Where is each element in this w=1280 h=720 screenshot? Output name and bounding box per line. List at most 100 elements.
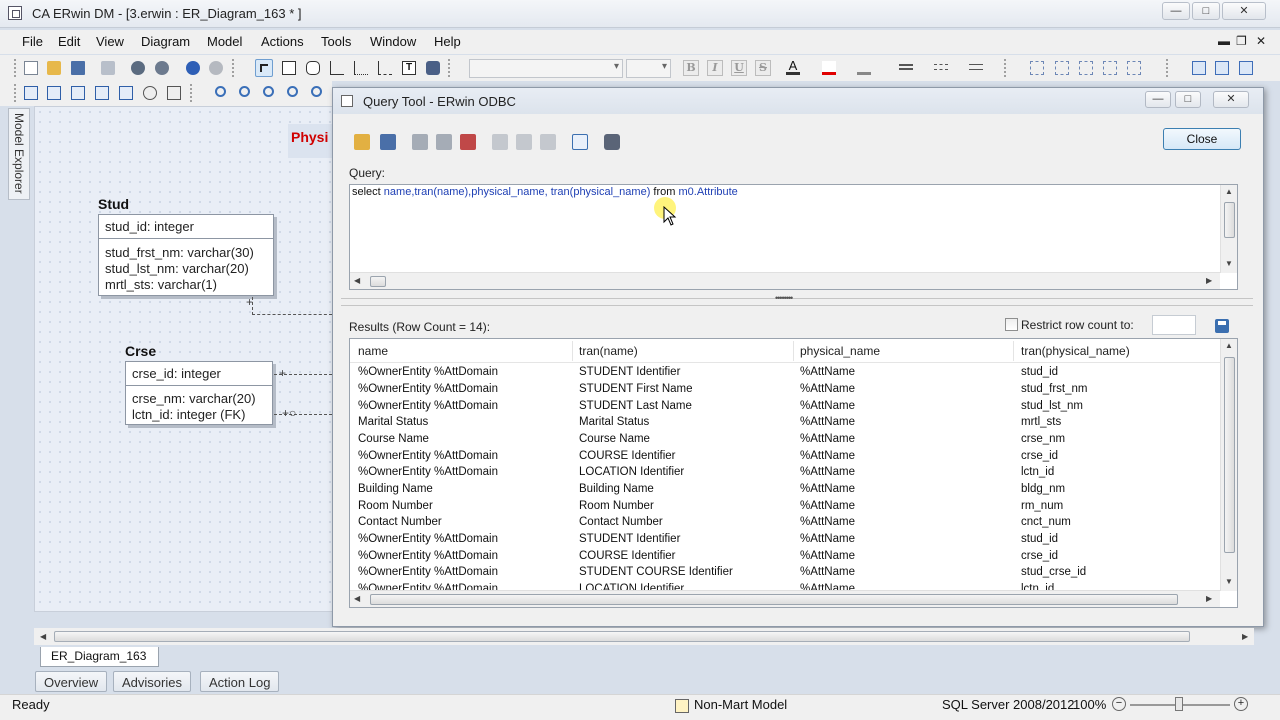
- toolbar-grip[interactable]: [232, 59, 236, 77]
- close-window-button[interactable]: ✕: [1222, 2, 1266, 20]
- scroll-thumb[interactable]: [54, 631, 1190, 642]
- table-row[interactable]: %OwnerEntity %AttDomain LOCATION Identifi…: [350, 465, 1220, 482]
- many-to-many-rel-icon[interactable]: [352, 59, 370, 77]
- line-style-icon[interactable]: [932, 59, 950, 77]
- scroll-thumb[interactable]: [1224, 202, 1235, 238]
- tab-er-diagram[interactable]: ER_Diagram_163: [40, 647, 160, 667]
- scroll-right-icon[interactable]: ▶: [1206, 276, 1212, 285]
- model-explorer-tab[interactable]: Model Explorer: [8, 108, 30, 200]
- menu-actions[interactable]: Actions: [261, 34, 304, 49]
- attribute[interactable]: mrtl_sts: varchar(1): [99, 277, 273, 293]
- query-horizontal-scrollbar[interactable]: ◀ ▶: [350, 272, 1220, 289]
- print-icon[interactable]: [99, 59, 117, 77]
- save-query-icon[interactable]: [379, 133, 397, 151]
- scroll-down-icon[interactable]: ▼: [1225, 259, 1233, 268]
- save-results-icon[interactable]: [1215, 319, 1229, 333]
- scroll-thumb[interactable]: [1224, 357, 1235, 553]
- attribute[interactable]: stud_lst_nm: varchar(20): [99, 261, 273, 277]
- column-divider[interactable]: [572, 341, 573, 361]
- align-right-icon[interactable]: [1077, 59, 1095, 77]
- align-bottom-icon[interactable]: [1125, 59, 1143, 77]
- scroll-up-icon[interactable]: ▲: [1225, 341, 1233, 350]
- bold-button[interactable]: B: [683, 60, 699, 76]
- align-center-icon[interactable]: [1053, 59, 1071, 77]
- fill-color-icon[interactable]: [820, 59, 838, 77]
- table-row[interactable]: %OwnerEntity %AttDomain COURSE Identifier…: [350, 549, 1220, 566]
- scroll-thumb[interactable]: [370, 276, 386, 287]
- execute-query-icon[interactable]: [411, 133, 429, 151]
- word-wrap-icon[interactable]: [571, 133, 589, 151]
- zoom-out-icon[interactable]: [213, 84, 231, 102]
- tab-overview[interactable]: Overview: [35, 671, 108, 692]
- table-row[interactable]: %OwnerEntity %AttDomain STUDENT First Nam…: [350, 382, 1220, 399]
- query-text[interactable]: select name,tran(name),physical_name, tr…: [352, 186, 738, 198]
- font-size-combo[interactable]: [626, 59, 671, 78]
- align-top-icon[interactable]: [1101, 59, 1119, 77]
- scroll-up-icon[interactable]: ▲: [1225, 187, 1233, 196]
- scroll-down-icon[interactable]: ▼: [1225, 577, 1233, 586]
- entity-tool-icon[interactable]: [280, 59, 298, 77]
- cut-icon[interactable]: [491, 133, 509, 151]
- mdi-close-icon[interactable]: ✕: [1256, 34, 1266, 48]
- minimize-button[interactable]: —: [1162, 2, 1190, 20]
- scroll-right-icon[interactable]: ▶: [1206, 594, 1212, 603]
- entity-name-crse[interactable]: Crse: [125, 343, 156, 359]
- results-grid[interactable]: name tran(name) physical_name tran(physi…: [349, 338, 1238, 608]
- column-divider[interactable]: [793, 341, 794, 361]
- toolbar-grip[interactable]: [190, 84, 194, 102]
- underline-button[interactable]: U: [731, 60, 747, 76]
- italic-button[interactable]: I: [707, 60, 723, 76]
- connection-icon[interactable]: [603, 133, 621, 151]
- tab-action-log[interactable]: Action Log: [200, 671, 280, 692]
- dialog-close-button[interactable]: ✕: [1213, 91, 1249, 108]
- menu-help[interactable]: Help: [434, 34, 461, 49]
- table-row[interactable]: %OwnerEntity %AttDomain STUDENT Identifie…: [350, 365, 1220, 382]
- close-button[interactable]: Close: [1163, 128, 1241, 150]
- distribute-horizontal-icon[interactable]: [1190, 59, 1208, 77]
- hierarchical-layout-icon[interactable]: [45, 84, 63, 102]
- attribute[interactable]: crse_nm: varchar(20): [126, 391, 272, 407]
- restrict-row-count-checkbox[interactable]: [1005, 318, 1018, 331]
- primary-key-attribute[interactable]: stud_id: integer: [99, 215, 273, 239]
- stop-query-icon[interactable]: [459, 133, 477, 151]
- mdi-minimize-icon[interactable]: ▬: [1218, 34, 1230, 48]
- scroll-right-icon[interactable]: ▶: [1242, 632, 1248, 641]
- symmetric-layout-icon[interactable]: [141, 84, 159, 102]
- table-row[interactable]: %OwnerEntity %AttDomain STUDENT COURSE Id…: [350, 565, 1220, 582]
- tree-layout-icon[interactable]: [117, 84, 135, 102]
- distribute-vertical-icon[interactable]: [1213, 59, 1231, 77]
- menu-model[interactable]: Model: [207, 34, 242, 49]
- table-row[interactable]: Course Name Course Name %AttName crse_nm: [350, 432, 1220, 449]
- copy-icon[interactable]: [515, 133, 533, 151]
- attribute[interactable]: lctn_id: integer (FK): [126, 407, 272, 423]
- pane-splitter[interactable]: ••••••••: [341, 293, 1253, 306]
- table-row[interactable]: %OwnerEntity %AttDomain STUDENT Last Name…: [350, 399, 1220, 416]
- align-left-icon[interactable]: [1028, 59, 1046, 77]
- table-row[interactable]: Marital Status Marital Status %AttName mrtl…: [350, 415, 1220, 432]
- primary-key-attribute[interactable]: crse_id: integer: [126, 362, 272, 386]
- dialog-minimize-button[interactable]: —: [1145, 91, 1171, 108]
- undo-icon[interactable]: [184, 59, 202, 77]
- toolbar-grip[interactable]: [448, 59, 452, 77]
- execute-selection-icon[interactable]: [435, 133, 453, 151]
- table-row[interactable]: %OwnerEntity %AttDomain STUDENT Identifie…: [350, 532, 1220, 549]
- maximize-button[interactable]: □: [1192, 2, 1220, 20]
- font-color-icon[interactable]: A: [784, 59, 802, 77]
- mdi-restore-icon[interactable]: ❐: [1236, 34, 1247, 48]
- scroll-left-icon[interactable]: ◀: [40, 632, 46, 641]
- query-editor[interactable]: select name,tran(name),physical_name, tr…: [349, 184, 1238, 290]
- font-name-combo[interactable]: [469, 59, 623, 78]
- results-horizontal-scrollbar[interactable]: ◀ ▶: [350, 590, 1220, 607]
- find-icon[interactable]: [129, 59, 147, 77]
- zoom-actual-icon[interactable]: [285, 84, 303, 102]
- toolbar-grip[interactable]: [14, 84, 18, 102]
- toolbar-grip[interactable]: [1166, 59, 1170, 77]
- attribute[interactable]: stud_frst_nm: varchar(30): [99, 245, 273, 261]
- text-tool-icon[interactable]: T: [400, 59, 418, 77]
- column-header-physical-name[interactable]: physical_name: [800, 344, 880, 358]
- menu-file[interactable]: File: [22, 34, 43, 49]
- paste-icon[interactable]: [539, 133, 557, 151]
- menu-view[interactable]: View: [96, 34, 124, 49]
- dialog-maximize-button[interactable]: □: [1175, 91, 1201, 108]
- new-icon[interactable]: [22, 59, 40, 77]
